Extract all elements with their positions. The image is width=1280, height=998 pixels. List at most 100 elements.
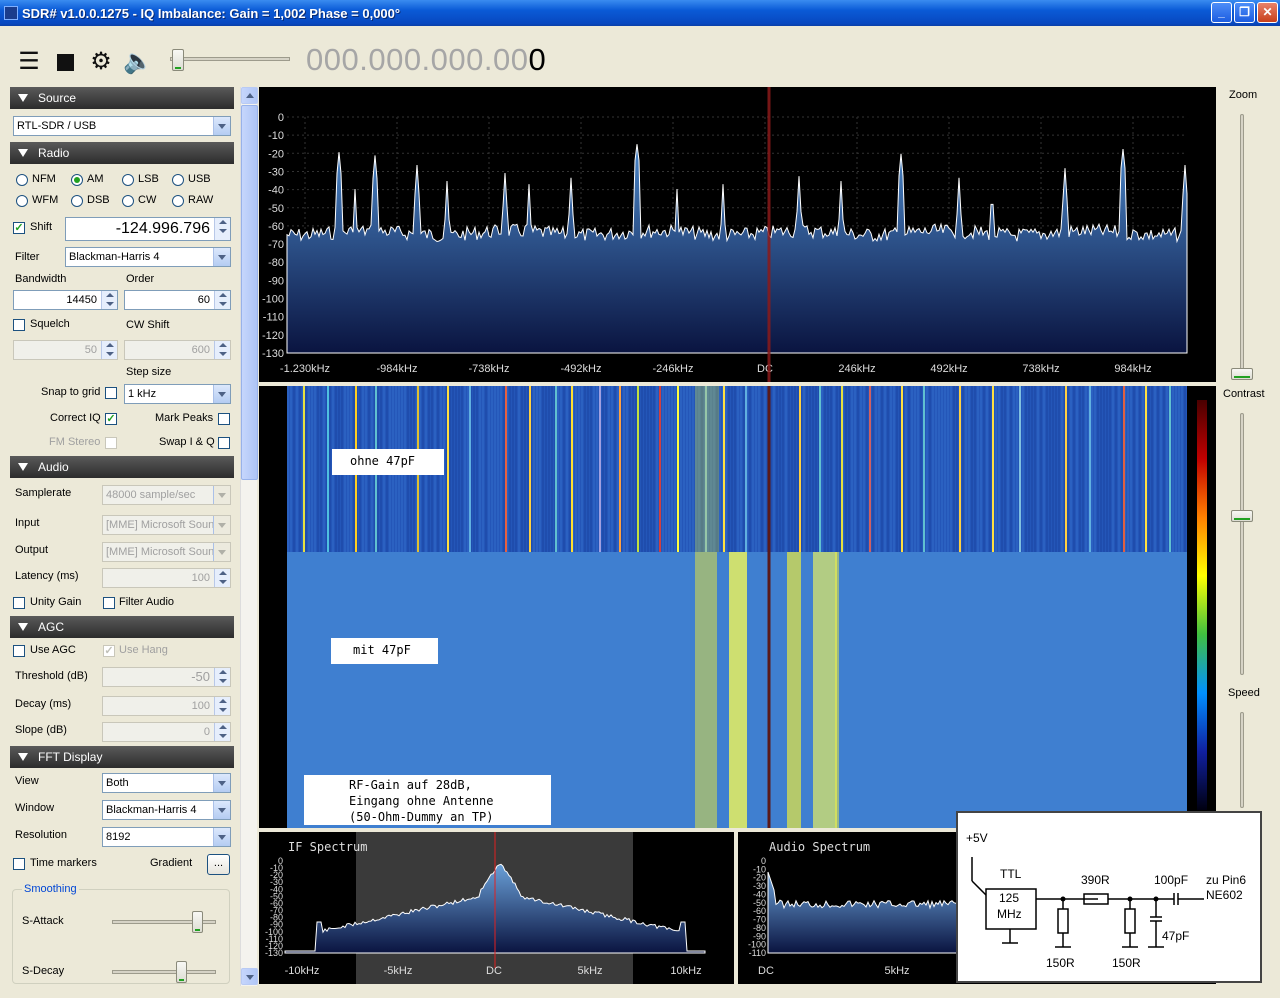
waterfall-noise xyxy=(737,386,739,552)
gradient-button[interactable]: ... xyxy=(207,854,230,875)
if-spectrum-plot: IF Spectrum0-10-20-30-40-50-60-70-80-90-… xyxy=(265,832,706,984)
stop-icon[interactable] xyxy=(51,48,79,76)
scroll-up-button[interactable] xyxy=(241,87,258,104)
waterfall-noise xyxy=(755,386,757,552)
waterfall-noise xyxy=(1121,386,1123,552)
squelch-checkbox[interactable] xyxy=(13,319,25,331)
shift-checkbox[interactable]: ✓ xyxy=(13,222,25,234)
waterfall-noise xyxy=(803,386,805,552)
minimize-button[interactable]: _ xyxy=(1211,2,1232,23)
sdecay-thumb[interactable] xyxy=(175,961,187,983)
maximize-button[interactable]: ❐ xyxy=(1234,2,1255,23)
threshold-input[interactable]: -50 xyxy=(102,667,231,687)
sdecay-slider[interactable] xyxy=(112,970,216,974)
contrast-thumb[interactable] xyxy=(1231,509,1253,522)
zoom-thumb[interactable] xyxy=(1231,368,1253,380)
snap-checkbox[interactable] xyxy=(105,387,117,399)
latency-input[interactable]: 100 xyxy=(102,568,231,588)
fmstereo-checkbox[interactable] xyxy=(105,437,117,449)
swapiq-checkbox[interactable] xyxy=(218,437,230,449)
shift-input[interactable]: -124.996.796 xyxy=(65,217,231,241)
squelch-input[interactable]: 50 xyxy=(13,340,118,360)
audio-header[interactable]: Audio xyxy=(10,456,234,478)
speed-slider[interactable] xyxy=(1240,712,1244,808)
useagc-checkbox[interactable] xyxy=(13,645,25,657)
scroll-thumb[interactable] xyxy=(241,105,258,480)
usehang-label: Use Hang xyxy=(119,644,168,656)
waterfall-noise xyxy=(1010,386,1012,552)
waterfall-noise xyxy=(929,386,931,552)
if-spectrum-display[interactable]: IF Spectrum 0 -10 -20 -30 -40 -50 -60 -70 -80 -90-… xyxy=(259,832,734,984)
waterfall-noise xyxy=(851,386,853,552)
waterfall-noise xyxy=(1154,386,1156,552)
waterfall-noise xyxy=(725,386,727,552)
waterfall-noise xyxy=(782,386,784,552)
resolution-select[interactable]: 8192 xyxy=(102,827,231,847)
volume-slider[interactable] xyxy=(170,57,290,61)
agc-header[interactable]: AGC xyxy=(10,616,234,638)
sattack-thumb[interactable] xyxy=(192,911,204,933)
threshold-label: Threshold (dB) xyxy=(15,670,88,682)
timemarkers-checkbox[interactable] xyxy=(13,858,25,870)
output-select[interactable]: [MME] Microsoft Soun xyxy=(102,542,231,562)
unitygain-checkbox[interactable] xyxy=(13,597,25,609)
window-select[interactable]: Blackman-Harris 4 xyxy=(102,800,231,820)
slope-input[interactable]: 0 xyxy=(102,722,231,742)
order-input[interactable]: 60 xyxy=(124,290,231,310)
correctiq-checkbox[interactable]: ✓ xyxy=(105,413,117,425)
mode-radio-dsb[interactable] xyxy=(71,195,83,207)
volume-thumb[interactable] xyxy=(172,49,184,71)
contrast-slider[interactable] xyxy=(1240,413,1244,675)
waterfall-noise xyxy=(980,386,982,552)
waterfall-noise xyxy=(968,386,970,552)
filteraudio-checkbox[interactable] xyxy=(103,597,115,609)
mode-radio-wfm[interactable] xyxy=(16,195,28,207)
mode-radio-nfm[interactable] xyxy=(16,174,28,186)
waterfall-noise xyxy=(1058,386,1060,552)
waterfall-noise xyxy=(563,386,565,552)
source-device-select[interactable]: RTL-SDR / USB xyxy=(13,116,231,136)
waterfall-noise xyxy=(665,386,667,552)
panel-scrollbar[interactable] xyxy=(240,87,258,986)
latency-label: Latency (ms) xyxy=(15,570,79,582)
mode-radio-raw[interactable] xyxy=(172,195,184,207)
waterfall-carrier-line xyxy=(619,386,621,552)
fft-header[interactable]: FFT Display xyxy=(10,746,234,768)
scroll-down-button[interactable] xyxy=(241,968,258,985)
waterfall-noise xyxy=(500,386,502,552)
cwshift-input[interactable]: 600 xyxy=(124,340,231,360)
mode-radio-cw[interactable] xyxy=(122,195,134,207)
markpeaks-checkbox[interactable] xyxy=(218,413,230,425)
gear-icon[interactable]: ⚙ xyxy=(87,48,115,76)
waterfall-noise xyxy=(890,386,892,552)
usehang-checkbox[interactable]: ✓ xyxy=(103,645,115,657)
filter-select[interactable]: Blackman-Harris 4 xyxy=(65,247,231,267)
note-ohne: ohne 47pF xyxy=(332,449,444,475)
speaker-icon[interactable]: 🔈 xyxy=(123,48,153,76)
source-header[interactable]: Source xyxy=(10,87,234,109)
mode-radio-usb[interactable] xyxy=(172,174,184,186)
mode-label-cw: CW xyxy=(138,194,157,206)
frequency-display[interactable]: 000.000.000.000 xyxy=(306,42,546,78)
waterfall-band xyxy=(787,552,801,828)
waterfall-noise xyxy=(1148,386,1150,552)
zoom-slider[interactable] xyxy=(1240,114,1244,376)
waterfall-noise xyxy=(1127,386,1129,552)
waterfall-noise xyxy=(617,386,619,552)
menu-icon[interactable]: ☰ xyxy=(15,48,43,76)
mode-radio-lsb[interactable] xyxy=(122,174,134,186)
waterfall-noise xyxy=(986,386,988,552)
decay-input[interactable]: 100 xyxy=(102,696,231,716)
stepsize-select[interactable]: 1 kHz xyxy=(124,384,231,404)
view-select[interactable]: Both xyxy=(102,773,231,793)
mode-radio-am[interactable] xyxy=(71,174,83,186)
waterfall-display[interactable]: ohne 47pF mit 47pF RF-Gain auf 28dB, Ein… xyxy=(259,386,1216,828)
if-x-tick: 10kHz xyxy=(670,965,701,977)
radio-header[interactable]: Radio xyxy=(10,142,234,164)
bandwidth-input[interactable]: 14450 xyxy=(13,290,118,310)
samplerate-select[interactable]: 48000 sample/sec xyxy=(102,485,231,505)
waterfall-noise xyxy=(962,386,964,552)
input-select[interactable]: [MME] Microsoft Soun xyxy=(102,515,231,535)
spectrum-display[interactable]: 0 -10 -20 -30 -40 -50 -60 -70 -80 -90 -100 -110 -120… xyxy=(259,87,1216,382)
close-button[interactable]: ✕ xyxy=(1257,2,1278,23)
